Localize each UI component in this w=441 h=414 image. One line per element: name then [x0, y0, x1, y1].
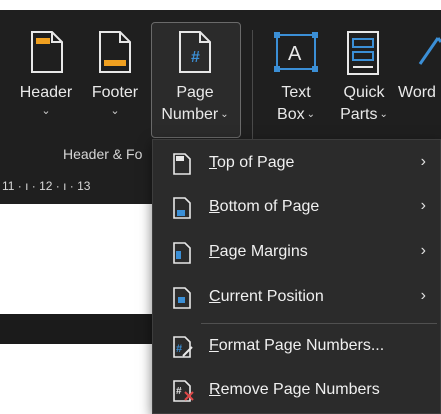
header-label: Header	[19, 84, 73, 101]
accelerator-key: R	[209, 381, 221, 398]
menu-item-bottom-of-page[interactable]: Bottom of Page ›	[153, 188, 440, 228]
footer-label: Footer	[91, 84, 139, 101]
menu-item-text: ormat Page Numbers...	[218, 337, 385, 354]
menu-item-remove-page-numbers[interactable]: # Remove Page Numbers	[153, 371, 440, 411]
chevron-down-icon: ⌄	[220, 109, 229, 120]
menu-item-format-page-numbers[interactable]: # Format Page Numbers...	[153, 327, 440, 367]
menu-item-current-position[interactable]: Current Position ›	[153, 278, 440, 318]
top-of-page-icon	[173, 153, 191, 175]
chevron-down-icon: ⌄	[306, 109, 315, 120]
header-button[interactable]: Header ⌄	[12, 82, 80, 118]
menu-item-label: Current Position	[209, 288, 324, 306]
accelerator-key: T	[209, 154, 217, 171]
text-box-icon: A	[274, 32, 318, 77]
menu-item-page-margins[interactable]: Page Margins ›	[153, 233, 440, 273]
quick-parts-button[interactable]: Quick Parts ⌄	[332, 82, 396, 126]
accelerator-key: B	[209, 198, 220, 215]
menu-separator	[201, 323, 437, 324]
page-number-label-line1: Page	[176, 84, 214, 101]
menu-item-text: emove Page Numbers	[220, 381, 380, 398]
text-box-label-line2-wrap: Box ⌄	[264, 104, 328, 126]
menu-item-label: Top of Page	[209, 154, 294, 172]
quick-parts-label-line1: Quick	[343, 84, 385, 101]
page-number-label-line2-wrap: Number ⌄	[151, 104, 239, 126]
menu-item-text: op of Page	[217, 154, 295, 171]
header-page-icon	[30, 30, 64, 79]
chevron-right-icon: ›	[420, 197, 426, 214]
chevron-down-icon: ⌄	[110, 105, 120, 117]
remove-page-numbers-icon: #	[173, 380, 194, 402]
footer-page-icon	[98, 30, 132, 79]
menu-item-label: Format Page Numbers...	[209, 337, 384, 355]
page-number-label-line2: Number	[161, 106, 219, 124]
menu-item-text: age Margins	[219, 243, 308, 260]
menu-item-label: Bottom of Page	[209, 198, 319, 216]
text-box-label-line2: Box	[277, 106, 305, 124]
quick-parts-icon	[346, 30, 380, 81]
menu-item-text: urrent Position	[220, 288, 324, 305]
wordart-icon	[418, 34, 441, 73]
wordart-button[interactable]: Word	[398, 82, 441, 104]
menu-item-label: Remove Page Numbers	[209, 381, 380, 399]
page-margins-icon	[173, 242, 191, 264]
page-number-dropdown-menu: Top of Page › Bottom of Page › Page Marg…	[152, 139, 441, 414]
svg-text:#: #	[176, 343, 182, 355]
chevron-right-icon: ›	[420, 287, 426, 304]
wordart-label-line1: Word	[398, 84, 436, 101]
chevron-right-icon: ›	[420, 153, 426, 170]
menu-item-text: ottom of Page	[219, 198, 320, 215]
ruler-ticks: 11 · ı · 12 · ı · 13	[2, 179, 91, 193]
page-number-icon: #	[178, 30, 212, 79]
svg-text:A: A	[288, 43, 302, 65]
chevron-down-icon: ⌄	[379, 109, 388, 120]
quick-parts-label-line2-wrap: Parts ⌄	[332, 104, 396, 126]
text-box-label-line1: Text	[281, 84, 311, 101]
accelerator-key: C	[209, 288, 221, 305]
top-strip	[0, 0, 441, 10]
bottom-of-page-icon	[173, 197, 191, 219]
text-box-button[interactable]: Text Box ⌄	[264, 82, 328, 126]
format-page-numbers-icon: #	[173, 336, 193, 358]
page-number-button[interactable]: Page Number ⌄	[151, 82, 239, 126]
current-position-icon	[173, 287, 191, 309]
accelerator-key: P	[209, 243, 220, 260]
svg-text:#: #	[191, 49, 200, 66]
quick-parts-label-line2: Parts	[340, 106, 378, 124]
footer-button[interactable]: Footer ⌄	[82, 82, 148, 118]
menu-item-top-of-page[interactable]: Top of Page ›	[153, 144, 440, 184]
group-label-header-footer: Header & Fo	[63, 146, 143, 162]
svg-text:#: #	[176, 386, 182, 397]
chevron-right-icon: ›	[420, 242, 426, 259]
accelerator-key: F	[209, 337, 219, 354]
menu-item-label: Page Margins	[209, 243, 308, 261]
chevron-down-icon: ⌄	[41, 105, 51, 117]
